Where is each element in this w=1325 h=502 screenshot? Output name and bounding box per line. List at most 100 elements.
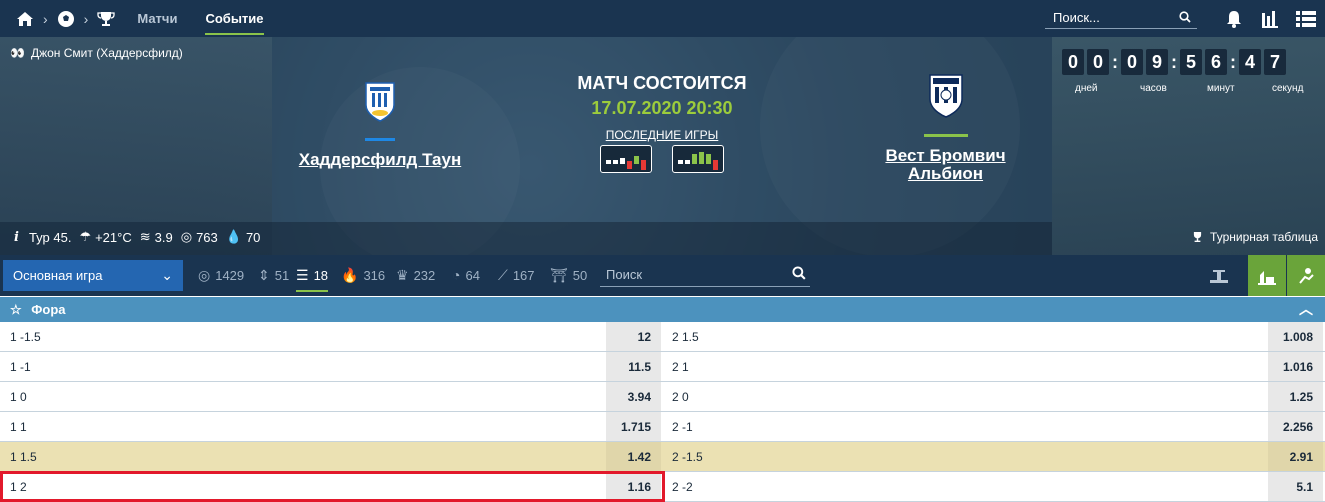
gate-icon: ⛩ (550, 267, 568, 283)
filter-tab-totals[interactable]: ⇕ 51 (258, 255, 289, 296)
market-search-input[interactable]: Поиск (600, 263, 810, 287)
bars-icon: ☰ (296, 267, 309, 283)
odds-row: 1 2 1.16 2 -2 5.1 (0, 472, 1325, 502)
filter-tab-handicap[interactable]: ☰ 18 (296, 255, 329, 296)
filter-count: 64 (465, 268, 480, 283)
home-handicap-label: 1 0 (10, 390, 27, 404)
player-name: Джон Смит (Хаддерсфилд) (30, 46, 183, 60)
breadcrumb: › › (0, 8, 117, 30)
timer-digit: 0 (1121, 49, 1143, 75)
fire-icon: 🔥 (341, 267, 359, 283)
search-icon[interactable] (792, 266, 806, 280)
home-handicap-odd[interactable]: 12 (606, 322, 661, 351)
home-handicap-label: 1 1 (10, 420, 27, 434)
odds-row: 1 -1 11.5 2 1 1.016 (0, 352, 1325, 382)
top-navbar: › › Матчи Событие Поиск... (0, 0, 1325, 37)
soccer-ball-icon[interactable] (55, 8, 77, 30)
timer-digit: 0 (1087, 49, 1109, 75)
home-team-name[interactable]: Хаддерсфилд Таун (290, 151, 470, 169)
star-icon[interactable]: ☆ (10, 302, 22, 317)
home-handicap-label: 1 -1.5 (10, 330, 41, 344)
filter-tab-fouls[interactable]: ⟋ 167 (498, 255, 535, 296)
timer-digit: 6 (1205, 49, 1227, 75)
away-handicap-odd[interactable]: 5.1 (1268, 472, 1323, 501)
home-handicap-odd[interactable]: 3.94 (606, 382, 661, 411)
filter-count: 167 (512, 268, 535, 283)
filter-tab-goals[interactable]: ⛩ 50 (550, 255, 587, 296)
home-icon[interactable] (14, 8, 36, 30)
temperature: +21°C (95, 229, 132, 245)
list-icon[interactable] (1295, 8, 1317, 30)
away-handicap-odd[interactable]: 1.008 (1268, 322, 1323, 351)
away-handicap-odd[interactable]: 1.016 (1268, 352, 1323, 381)
chevron-up-icon[interactable]: ︿ (1299, 297, 1313, 322)
info-icon[interactable]: i (14, 230, 19, 245)
timer-label-days: дней (1075, 83, 1098, 94)
standings-link[interactable]: Турнирная таблица (1191, 230, 1318, 244)
away-team[interactable]: Вест Бромвич Альбион (858, 73, 1033, 183)
odds-row: 1 1 1.715 2 -1 2.256 (0, 412, 1325, 442)
away-handicap-label: 2 -1.5 (672, 450, 703, 464)
search-input[interactable]: Поиск... (1045, 7, 1197, 29)
filter-tab-popular[interactable]: 🔥 316 (341, 255, 385, 296)
away-handicap-label: 2 1.5 (672, 330, 699, 344)
filter-count: 1429 (215, 268, 245, 283)
statistics-button[interactable] (1287, 255, 1325, 296)
collapse-all-icon[interactable] (1200, 255, 1238, 296)
trophy-icon[interactable] (95, 8, 117, 30)
search-placeholder: Поиск... (1053, 10, 1100, 25)
home-form-icon[interactable] (600, 145, 652, 173)
home-handicap-odd[interactable]: 11.5 (606, 352, 661, 381)
chevron-right-icon: › (83, 10, 89, 27)
stats-icon[interactable] (1259, 8, 1281, 30)
away-handicap-odd[interactable]: 1.25 (1268, 382, 1323, 411)
home-handicap-odd[interactable]: 1.16 (606, 472, 661, 501)
timer-colon: : (1171, 51, 1177, 72)
timer-digit: 4 (1239, 49, 1261, 75)
filter-count: 316 (363, 268, 386, 283)
stadium-view-button[interactable] (1248, 255, 1286, 296)
away-handicap-odd[interactable]: 2.256 (1268, 412, 1323, 441)
game-type-value: Основная игра (13, 268, 103, 283)
filter-tab-results[interactable]: ♛ 232 (396, 255, 435, 296)
away-team-name[interactable]: Вест Бромвич Альбион (858, 147, 1033, 183)
filter-count: 51 (274, 268, 290, 283)
away-team-logo (928, 74, 963, 118)
timer-label-hours: часов (1140, 83, 1167, 94)
away-handicap-odd[interactable]: 2.91 (1268, 442, 1323, 471)
market-header-handicap[interactable]: ☆ Фора ︿ (0, 297, 1325, 322)
home-handicap-odd[interactable]: 1.715 (606, 412, 661, 441)
whistle-icon: ⟋ (498, 267, 508, 283)
home-handicap-odd[interactable]: 1.42 (606, 442, 661, 471)
last-games-link[interactable]: ПОСЛЕДНИЕ ИГРЫ (562, 128, 762, 142)
tab-event[interactable]: Событие (205, 0, 264, 37)
timer-digit: 7 (1264, 49, 1286, 75)
search-icon[interactable] (1179, 11, 1191, 23)
home-handicap-label: 1 1.5 (10, 450, 37, 464)
match-info: МАТЧ СОСТОИТСЯ 17.07.2020 20:30 ПОСЛЕДНИ… (562, 73, 762, 142)
game-type-select[interactable]: Основная игра ⌄ (3, 260, 183, 291)
filter-tab-time[interactable]: ◔ 64 (452, 255, 480, 296)
timer-digit: 0 (1062, 49, 1084, 75)
away-form-icon[interactable] (672, 145, 724, 173)
filter-count: 18 (313, 268, 329, 283)
chevron-down-icon: ⌄ (161, 267, 173, 283)
market-title: Фора (31, 302, 66, 317)
bell-icon[interactable] (1223, 8, 1245, 30)
match-datetime: 17.07.2020 20:30 (591, 98, 733, 118)
trophy-icon (1193, 231, 1202, 243)
chevron-right-icon: › (43, 10, 48, 27)
home-team-color-bar (365, 138, 395, 141)
odds-row: 1 0 3.94 2 0 1.25 (0, 382, 1325, 412)
wind-speed: 3.9 (154, 229, 173, 245)
timer-digit: 9 (1146, 49, 1168, 75)
home-handicap-label: 1 2 (10, 480, 27, 494)
tab-matches[interactable]: Матчи (137, 0, 177, 37)
filter-tab-all[interactable]: ◎ 1429 (198, 255, 244, 296)
home-team[interactable]: Хаддерсфилд Таун (290, 81, 470, 169)
home-handicap-label: 1 -1 (10, 360, 31, 374)
timer-label-minutes: минут (1207, 83, 1235, 94)
target-icon: ◎ (198, 267, 211, 283)
away-team-color-bar (923, 134, 968, 137)
away-handicap-label: 2 1 (672, 360, 689, 374)
